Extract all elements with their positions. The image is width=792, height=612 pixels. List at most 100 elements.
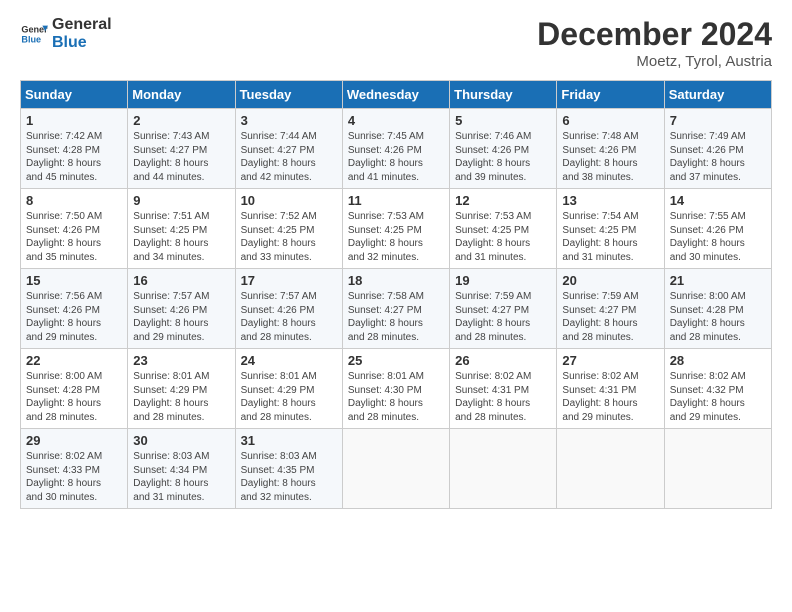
header-friday: Friday <box>557 81 664 109</box>
cell-details: Sunrise: 8:01 AMSunset: 4:29 PMDaylight:… <box>133 370 230 424</box>
calendar-cell <box>664 429 771 509</box>
calendar-cell: 20Sunrise: 7:59 AMSunset: 4:27 PMDayligh… <box>557 269 664 349</box>
calendar-cell <box>342 429 449 509</box>
cell-details: Sunrise: 7:52 AMSunset: 4:25 PMDaylight:… <box>241 210 338 264</box>
cell-details: Sunrise: 7:53 AMSunset: 4:25 PMDaylight:… <box>348 210 445 264</box>
calendar-cell: 15 Sunrise: 7:56 AMSunset: 4:26 PMDayligh… <box>21 269 128 349</box>
calendar-header-row: SundayMondayTuesdayWednesdayThursdayFrid… <box>21 81 772 109</box>
calendar-cell: 18Sunrise: 7:58 AMSunset: 4:27 PMDayligh… <box>342 269 449 349</box>
calendar-cell: 22 Sunrise: 8:00 AMSunset: 4:28 PMDayligh… <box>21 349 128 429</box>
cell-details: Sunrise: 7:57 AMSunset: 4:26 PMDaylight:… <box>241 290 338 344</box>
logo-blue: Blue <box>52 34 112 52</box>
calendar-cell: 5Sunrise: 7:46 AMSunset: 4:26 PMDaylight… <box>450 109 557 189</box>
calendar-cell: 3 Sunrise: 7:44 AMSunset: 4:27 PMDaylight… <box>235 109 342 189</box>
calendar-cell: 7 Sunrise: 7:49 AMSunset: 4:26 PMDaylight… <box>664 109 771 189</box>
logo-general: General <box>52 16 112 34</box>
header-sunday: Sunday <box>21 81 128 109</box>
cell-details: Sunrise: 8:01 AMSunset: 4:29 PMDaylight:… <box>241 370 338 424</box>
day-number: 27 <box>562 353 659 368</box>
calendar-cell: 1Sunrise: 7:42 AMSunset: 4:28 PMDaylight… <box>21 109 128 189</box>
cell-details: Sunrise: 7:51 AMSunset: 4:25 PMDaylight:… <box>133 210 230 264</box>
day-number: 4 <box>348 113 445 128</box>
day-number: 10 <box>241 193 338 208</box>
calendar-cell: 9 Sunrise: 7:51 AMSunset: 4:25 PMDaylight… <box>128 189 235 269</box>
calendar-cell: 23 Sunrise: 8:01 AMSunset: 4:29 PMDayligh… <box>128 349 235 429</box>
calendar-cell: 11 Sunrise: 7:53 AMSunset: 4:25 PMDayligh… <box>342 189 449 269</box>
calendar-cell: 12Sunrise: 7:53 AMSunset: 4:25 PMDayligh… <box>450 189 557 269</box>
cell-details: Sunrise: 8:01 AMSunset: 4:30 PMDaylight:… <box>348 370 445 424</box>
day-number: 7 <box>670 113 767 128</box>
calendar-week-row: 22 Sunrise: 8:00 AMSunset: 4:28 PMDayligh… <box>21 349 772 429</box>
calendar-cell: 30 Sunrise: 8:03 AMSunset: 4:34 PMDayligh… <box>128 429 235 509</box>
day-number: 6 <box>562 113 659 128</box>
day-number: 30 <box>133 433 230 448</box>
cell-details: Sunrise: 7:59 AMSunset: 4:27 PMDaylight:… <box>455 290 552 344</box>
calendar-cell: 19 Sunrise: 7:59 AMSunset: 4:27 PMDayligh… <box>450 269 557 349</box>
day-number: 11 <box>348 193 445 208</box>
logo: General Blue General Blue <box>20 16 112 53</box>
day-number: 9 <box>133 193 230 208</box>
header-monday: Monday <box>128 81 235 109</box>
day-number: 8 <box>26 193 123 208</box>
day-number: 26 <box>455 353 552 368</box>
header: General Blue General Blue December 2024 … <box>20 16 772 70</box>
calendar-cell: 13 Sunrise: 7:54 AMSunset: 4:25 PMDayligh… <box>557 189 664 269</box>
header-wednesday: Wednesday <box>342 81 449 109</box>
svg-text:Blue: Blue <box>21 35 41 45</box>
cell-details: Sunrise: 8:00 AMSunset: 4:28 PMDaylight:… <box>670 290 767 344</box>
cell-details: Sunrise: 7:59 AMSunset: 4:27 PMDaylight:… <box>562 290 659 344</box>
cell-details: Sunrise: 7:48 AMSunset: 4:26 PMDaylight:… <box>562 130 659 184</box>
title-area: December 2024 Moetz, Tyrol, Austria <box>537 16 772 70</box>
day-number: 16 <box>133 273 230 288</box>
cell-details: Sunrise: 8:02 AMSunset: 4:31 PMDaylight:… <box>455 370 552 424</box>
calendar-cell: 10 Sunrise: 7:52 AMSunset: 4:25 PMDayligh… <box>235 189 342 269</box>
calendar-cell: 6 Sunrise: 7:48 AMSunset: 4:26 PMDaylight… <box>557 109 664 189</box>
calendar-cell: 29 Sunrise: 8:02 AMSunset: 4:33 PMDayligh… <box>21 429 128 509</box>
calendar-week-row: 15 Sunrise: 7:56 AMSunset: 4:26 PMDayligh… <box>21 269 772 349</box>
cell-details: Sunrise: 8:02 AMSunset: 4:31 PMDaylight:… <box>562 370 659 424</box>
day-number: 31 <box>241 433 338 448</box>
day-number: 29 <box>26 433 123 448</box>
day-number: 17 <box>241 273 338 288</box>
calendar-week-row: 1Sunrise: 7:42 AMSunset: 4:28 PMDaylight… <box>21 109 772 189</box>
calendar-cell <box>557 429 664 509</box>
cell-details: Sunrise: 7:49 AMSunset: 4:26 PMDaylight:… <box>670 130 767 184</box>
day-number: 21 <box>670 273 767 288</box>
cell-details: Sunrise: 8:02 AMSunset: 4:32 PMDaylight:… <box>670 370 767 424</box>
cell-details: Sunrise: 7:56 AMSunset: 4:26 PMDaylight:… <box>26 290 123 344</box>
cell-details: Sunrise: 7:50 AMSunset: 4:26 PMDaylight:… <box>26 210 123 264</box>
cell-details: Sunrise: 7:43 AMSunset: 4:27 PMDaylight:… <box>133 130 230 184</box>
cell-details: Sunrise: 7:44 AMSunset: 4:27 PMDaylight:… <box>241 130 338 184</box>
day-number: 22 <box>26 353 123 368</box>
day-number: 15 <box>26 273 123 288</box>
calendar-cell: 28Sunrise: 8:02 AMSunset: 4:32 PMDayligh… <box>664 349 771 429</box>
day-number: 23 <box>133 353 230 368</box>
logo-icon: General Blue <box>20 20 48 48</box>
calendar-cell: 26 Sunrise: 8:02 AMSunset: 4:31 PMDayligh… <box>450 349 557 429</box>
calendar-week-row: 29 Sunrise: 8:02 AMSunset: 4:33 PMDayligh… <box>21 429 772 509</box>
cell-details: Sunrise: 7:54 AMSunset: 4:25 PMDaylight:… <box>562 210 659 264</box>
calendar-cell: 31 Sunrise: 8:03 AMSunset: 4:35 PMDayligh… <box>235 429 342 509</box>
cell-details: Sunrise: 7:53 AMSunset: 4:25 PMDaylight:… <box>455 210 552 264</box>
day-number: 1 <box>26 113 123 128</box>
day-number: 18 <box>348 273 445 288</box>
location: Moetz, Tyrol, Austria <box>537 53 772 70</box>
cell-details: Sunrise: 7:46 AMSunset: 4:26 PMDaylight:… <box>455 130 552 184</box>
header-tuesday: Tuesday <box>235 81 342 109</box>
calendar-table: SundayMondayTuesdayWednesdayThursdayFrid… <box>20 80 772 509</box>
day-number: 13 <box>562 193 659 208</box>
calendar-cell: 27 Sunrise: 8:02 AMSunset: 4:31 PMDayligh… <box>557 349 664 429</box>
day-number: 3 <box>241 113 338 128</box>
cell-details: Sunrise: 8:00 AMSunset: 4:28 PMDaylight:… <box>26 370 123 424</box>
calendar-cell: 24 Sunrise: 8:01 AMSunset: 4:29 PMDayligh… <box>235 349 342 429</box>
cell-details: Sunrise: 8:03 AMSunset: 4:35 PMDaylight:… <box>241 450 338 504</box>
header-thursday: Thursday <box>450 81 557 109</box>
cell-details: Sunrise: 7:57 AMSunset: 4:26 PMDaylight:… <box>133 290 230 344</box>
day-number: 24 <box>241 353 338 368</box>
cell-details: Sunrise: 8:02 AMSunset: 4:33 PMDaylight:… <box>26 450 123 504</box>
cell-details: Sunrise: 8:03 AMSunset: 4:34 PMDaylight:… <box>133 450 230 504</box>
calendar-cell: 16 Sunrise: 7:57 AMSunset: 4:26 PMDayligh… <box>128 269 235 349</box>
day-number: 19 <box>455 273 552 288</box>
cell-details: Sunrise: 7:55 AMSunset: 4:26 PMDaylight:… <box>670 210 767 264</box>
calendar-cell: 14Sunrise: 7:55 AMSunset: 4:26 PMDayligh… <box>664 189 771 269</box>
